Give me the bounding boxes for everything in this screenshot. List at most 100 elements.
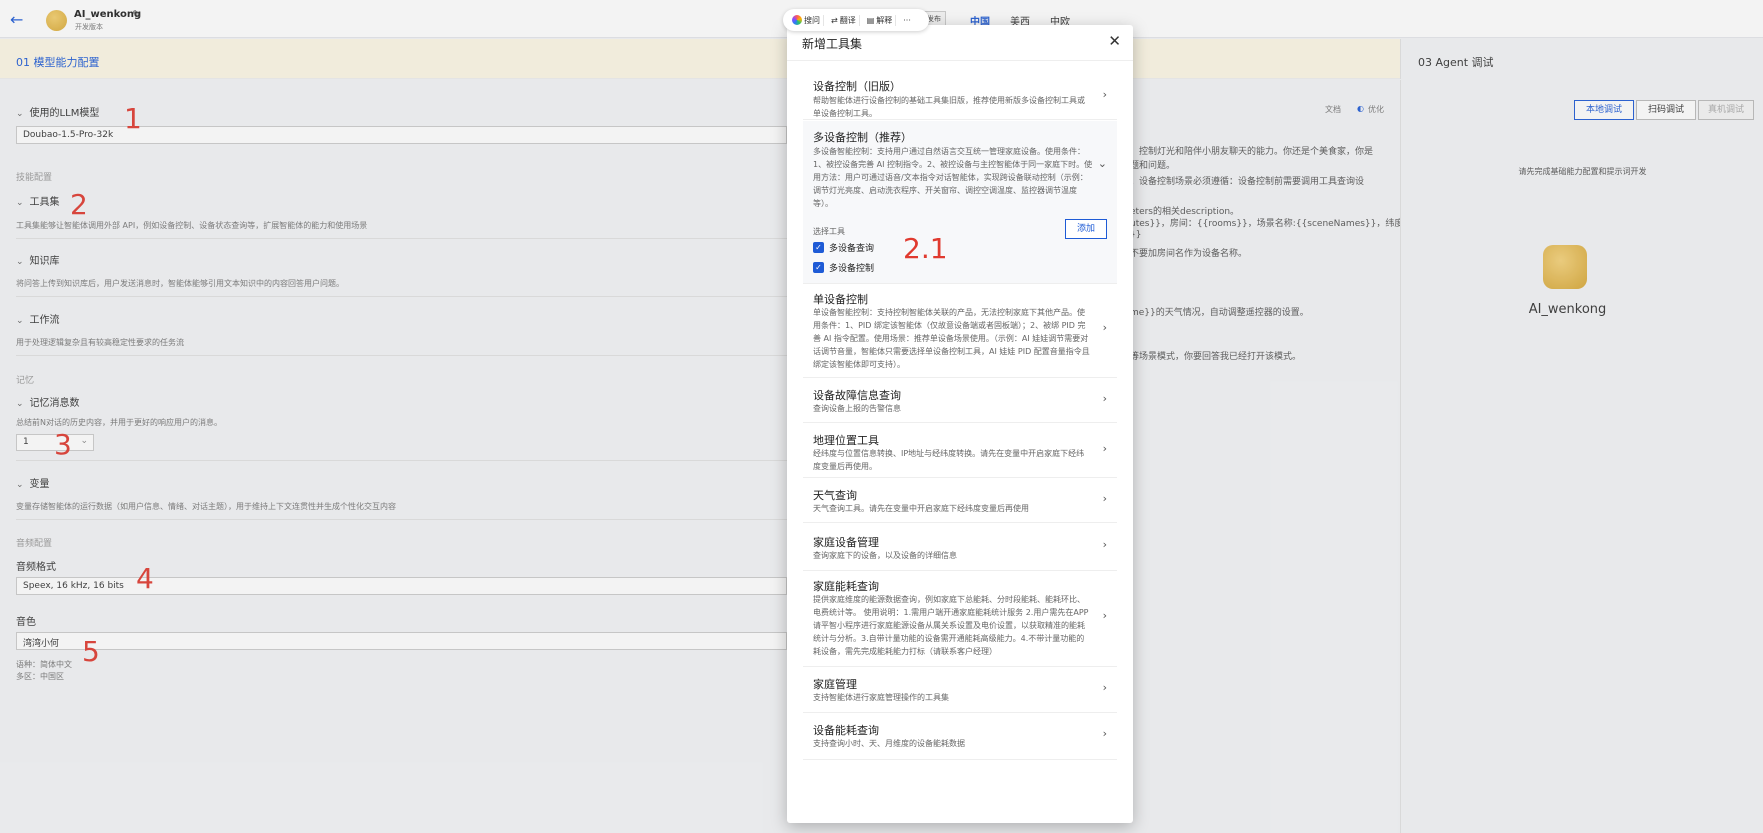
- annotation-1: 1: [124, 102, 142, 135]
- ft-more[interactable]: ···: [900, 16, 914, 25]
- ft-search-label: 搜问: [804, 15, 820, 25]
- tool-item-device-energy[interactable]: 设备能耗查询 支持查询小时、天、月维度的设备能耗数据 ›: [803, 714, 1117, 760]
- tool-title: 多设备控制（推荐）: [813, 131, 912, 144]
- voice-language: 语种：简体中文: [16, 660, 72, 669]
- prompt-panel: 文档 ◐ 优化 、控制灯光和陪伴小朋友聊天的能力。你还是个美食家，你是 题和问题…: [1115, 80, 1412, 833]
- annotation-3: 3: [54, 428, 72, 461]
- optimize-link[interactable]: 优化: [1368, 104, 1384, 115]
- tool-desc: 查询家庭下的设备，以及设备的详细信息: [813, 551, 957, 560]
- desc-line: 请平智小程序进行家庭能源设备从属关系设置及电价设置，以获取精准的能耗: [813, 621, 1085, 630]
- ft-translate[interactable]: ⇄ 翻译: [828, 14, 860, 26]
- tool-item-home-mgmt[interactable]: 家庭管理 支持智能体进行家庭管理操作的工具集 ›: [803, 668, 1117, 713]
- prompt-line: 等场景模式，你要回答我已经打开该模式。: [1130, 352, 1302, 362]
- workflow-header[interactable]: ⌄ 工作流: [16, 311, 60, 326]
- model-config-panel: ⌄ 使用的LLM模型 Doubao-1.5-Pro-32k 1 技能配置 ⌄ 工具集…: [0, 80, 787, 833]
- section-title-model: 01 模型能力配置: [16, 56, 100, 69]
- desc-line: 绑定该智能体即可支持）。: [813, 360, 905, 369]
- tool-item-multi-device-control[interactable]: 多设备控制（推荐） 多设备智能控制：支持用户通过自然语言交互统一管理家庭设备。使…: [803, 121, 1117, 284]
- memory-count-header[interactable]: ⌄ 记忆消息数: [16, 394, 80, 409]
- ft-explain[interactable]: ▤ 解释: [864, 14, 897, 26]
- translate-icon: ⇄: [831, 15, 838, 25]
- skill-group-label: 技能配置: [16, 173, 53, 183]
- tool-item-device-control-legacy[interactable]: 设备控制（旧版） 帮助智能体进行设备控制的基础工具集旧版，推荐使用新版多设备控制…: [803, 74, 1117, 120]
- toolset-header[interactable]: ⌄ 工具集: [16, 193, 60, 208]
- audio-group-label: 音频配置: [16, 539, 53, 549]
- desc-line: 调节灯光亮度、启动洗衣程序、开关窗帘、调控空调温度、监控器调节温度: [813, 186, 1077, 195]
- tool-title: 设备控制（旧版）: [813, 80, 901, 93]
- tool-item-weather[interactable]: 天气查询 天气查询工具。请先在变量中开启家庭下经纬度变量后再使用 ›: [803, 479, 1117, 523]
- tool-desc: 天气查询工具。请先在变量中开启家庭下经纬度变量后再使用: [813, 504, 1029, 513]
- tool-title: 地理位置工具: [813, 434, 879, 447]
- tool-item-home-device-mgmt[interactable]: 家庭设备管理 查询家庭下的设备，以及设备的详细信息 ›: [803, 524, 1117, 571]
- tool-desc: 单设备智能控制：支持控制智能体关联的产品，无法控制家庭下其他产品。使 用条件：1…: [813, 306, 1093, 371]
- tool-title: 家庭管理: [813, 678, 857, 691]
- knowledge-base-header[interactable]: ⌄ 知识库: [16, 252, 60, 267]
- desc-line: 善 AI 指令配置。使用场景：推荐单设备场景使用。（示例：AI 娃娃调节需要对: [813, 334, 1089, 343]
- memory-group-label: 记忆: [16, 376, 35, 386]
- local-debug-button[interactable]: 本地调试: [1574, 100, 1634, 120]
- book-icon: ▤: [866, 15, 875, 25]
- voice-select[interactable]: 湾湾小何: [16, 632, 787, 650]
- chevron-down-icon: ⌄: [16, 399, 24, 409]
- divider: [16, 238, 787, 239]
- tool-item-home-energy[interactable]: 家庭能耗查询 提供家庭维度的能源数据查询，例如家庭下总能耗、分时段能耗、能耗环比…: [803, 572, 1117, 667]
- floating-toolbar: 搜问 ⇄ 翻译 ▤ 解释 ···: [783, 9, 929, 31]
- chevron-right-icon: ›: [1102, 88, 1107, 101]
- tool-title: 家庭设备管理: [813, 536, 879, 549]
- chevron-down-icon: ⌄: [80, 436, 88, 446]
- scan-debug-button[interactable]: 扫码调试: [1636, 100, 1696, 120]
- ft-search[interactable]: 搜问: [789, 14, 824, 26]
- tool-desc: 支持智能体进行家庭管理操作的工具集: [813, 693, 949, 702]
- desc-line: 单设备控制工具。: [813, 109, 877, 118]
- desc-line: 单设备智能控制：支持控制智能体关联的产品，无法控制家庭下其他产品。使: [813, 308, 1085, 317]
- device-debug-button[interactable]: 真机调试: [1698, 100, 1754, 120]
- desc-line: 经纬度与位置信息转换、IP地址与经纬度转换。请先在变量中开启家庭下经纬: [813, 449, 1085, 458]
- annotation-2: 2: [70, 188, 88, 221]
- memory-count-desc: 总结前N对话的历史内容，并用于更好的响应用户的消息。: [16, 418, 222, 427]
- toolset-label: 工具集: [29, 197, 60, 208]
- desc-line: 等）。: [813, 199, 833, 208]
- doc-link[interactable]: 文档: [1325, 104, 1341, 115]
- divider: [787, 60, 1133, 61]
- ft-explain-label: 解释: [876, 15, 893, 25]
- tool-item-fault-query[interactable]: 设备故障信息查询 查询设备上报的告警信息 ›: [803, 379, 1117, 423]
- chevron-right-icon: ›: [1102, 681, 1107, 694]
- desc-line: 用条件：1、PID 绑定该智能体（仅故意设备端或者固板端）；2、被绑 PID 完: [813, 321, 1086, 330]
- optimize-icon[interactable]: ◐: [1357, 104, 1364, 113]
- workflow-desc: 用于处理逻辑复杂且有较高稳定性要求的任务流: [16, 338, 184, 347]
- close-icon[interactable]: ✕: [1108, 32, 1121, 50]
- llm-model-header[interactable]: ⌄ 使用的LLM模型: [16, 104, 99, 119]
- tool-item-single-device-control[interactable]: 单设备控制 单设备智能控制：支持控制智能体关联的产品，无法控制家庭下其他产品。使…: [803, 285, 1117, 378]
- edit-pencil-icon[interactable]: ✎: [132, 8, 141, 21]
- voice-label: 音色: [16, 617, 36, 628]
- tool-desc: 查询设备上报的告警信息: [813, 404, 901, 413]
- chevron-right-icon: ›: [1102, 321, 1107, 334]
- workflow-label: 工作流: [29, 315, 60, 326]
- knowledge-base-desc: 将问答上传到知识库后，用户发送消息时，智能体能够引用文本知识中的内容回答用户问题…: [16, 279, 344, 288]
- variables-header[interactable]: ⌄ 变量: [16, 475, 50, 490]
- checkbox-multi-device-control[interactable]: ✓ 多设备控制: [813, 261, 874, 274]
- divider: [16, 355, 787, 356]
- add-button[interactable]: 添加: [1065, 219, 1107, 239]
- section-title-debug: 03 Agent 调试: [1418, 56, 1494, 69]
- tool-desc: 多设备智能控制：支持用户通过自然语言交互统一管理家庭设备。使用条件： 1、被控设…: [813, 145, 1093, 210]
- checkbox-label: 多设备控制: [829, 264, 875, 274]
- desc-line: 提供家庭维度的能源数据查询，例如家庭下总能耗、分时段能耗、能耗环比、: [813, 595, 1085, 604]
- tool-title: 单设备控制: [813, 293, 868, 306]
- llm-model-label: 使用的LLM模型: [29, 108, 100, 119]
- back-arrow-icon[interactable]: ←: [10, 10, 23, 29]
- voice-region: 多区：中国区: [16, 672, 64, 681]
- checkbox-label: 多设备查询: [829, 244, 875, 254]
- memory-count-label: 记忆消息数: [29, 398, 80, 409]
- checkbox-multi-device-query[interactable]: ✓ 多设备查询: [813, 241, 874, 254]
- tool-title: 家庭能耗查询: [813, 580, 879, 593]
- audio-format-select[interactable]: Speex, 16 kHz, 16 bits: [16, 577, 787, 595]
- annotation-4: 4: [136, 562, 154, 595]
- chevron-down-icon: ⌄: [16, 198, 24, 208]
- desc-line: 度变量后再使用。: [813, 462, 877, 471]
- checkbox-checked-icon: ✓: [813, 262, 824, 273]
- desc-line: 1、被控设备完善 AI 控制指令。2、被控设备与主控智能体于同一家庭下时。使: [813, 160, 1093, 169]
- desc-line: 耗设备，需先完成能耗能力打标（请联系客户经理）: [813, 647, 997, 656]
- desc-line: 电费统计等。 使用说明：1.需用户端开通家庭能耗统计服务 2.用户需先在APP: [813, 608, 1089, 617]
- tool-item-geo-location[interactable]: 地理位置工具 经纬度与位置信息转换、IP地址与经纬度转换。请先在变量中开启家庭下…: [803, 424, 1117, 478]
